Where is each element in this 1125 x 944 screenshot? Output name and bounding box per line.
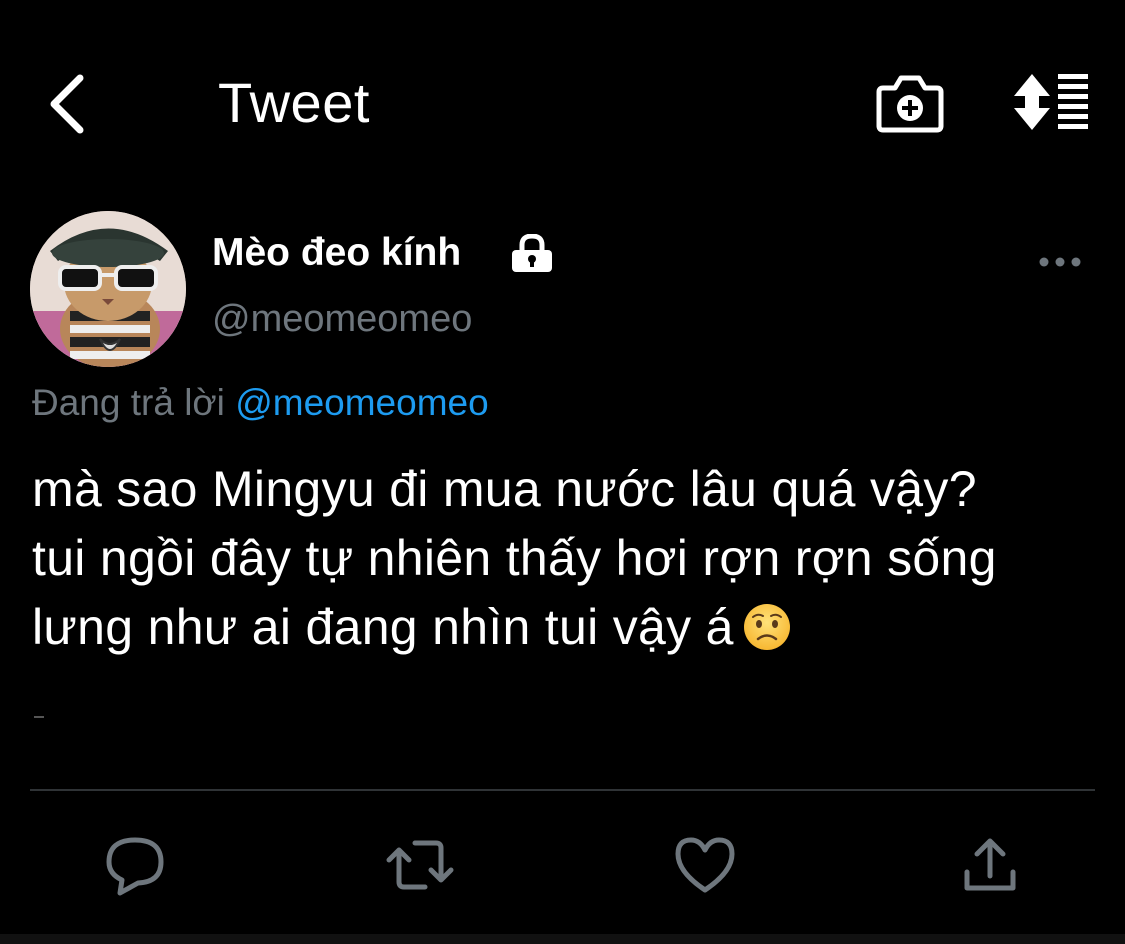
avatar[interactable] [30, 211, 186, 367]
share-button[interactable] [955, 830, 1025, 900]
worried-face-emoji [743, 604, 790, 650]
more-horizontal-icon [1039, 257, 1081, 267]
display-name[interactable]: Mèo đeo kính [212, 231, 461, 275]
like-button[interactable] [670, 830, 740, 900]
tweet-text-line-last: lưng như ai đang nhìn tui vậy á [32, 593, 1112, 662]
reply-prefix: Đang trả lời [32, 382, 225, 423]
share-icon [964, 838, 1016, 891]
tweet-text-line: lưng như ai đang nhìn tui vậy á [32, 599, 734, 655]
tweet-text-line: tui ngồi đây tự nhiên thấy hơi rợn rợn s… [32, 530, 997, 586]
sort-button[interactable] [1012, 72, 1092, 132]
cat-with-sunglasses-avatar [30, 211, 186, 367]
back-button[interactable] [40, 68, 100, 138]
retweet-button[interactable] [385, 830, 455, 900]
timestamp-placeholder [34, 716, 44, 718]
divider [30, 789, 1095, 791]
page-title: Tweet [218, 71, 370, 134]
camera-add-icon [876, 75, 944, 133]
reply-button[interactable] [100, 830, 170, 900]
reply-to-handle[interactable]: @meomeomeo [235, 382, 489, 423]
lock-icon [510, 233, 554, 274]
comment-icon [106, 837, 164, 896]
retweet-icon [386, 840, 454, 890]
reply-context: Đang trả lời @meomeomeo [32, 382, 489, 424]
author-handle[interactable]: @meomeomeo [212, 298, 472, 341]
tweet-text-line: mà sao Mingyu đi mua nước lâu quá vậy? [32, 461, 977, 517]
camera-button[interactable] [875, 70, 945, 134]
top-bar: Tweet [0, 0, 1125, 200]
more-options-button[interactable] [1035, 250, 1085, 274]
sort-list-icon [1014, 74, 1088, 130]
heart-icon [675, 837, 735, 893]
chevron-left-icon [50, 74, 84, 134]
bottom-strip [0, 934, 1125, 944]
tweet-text: mà sao Mingyu đi mua nước lâu quá vậy? t… [32, 455, 1112, 662]
